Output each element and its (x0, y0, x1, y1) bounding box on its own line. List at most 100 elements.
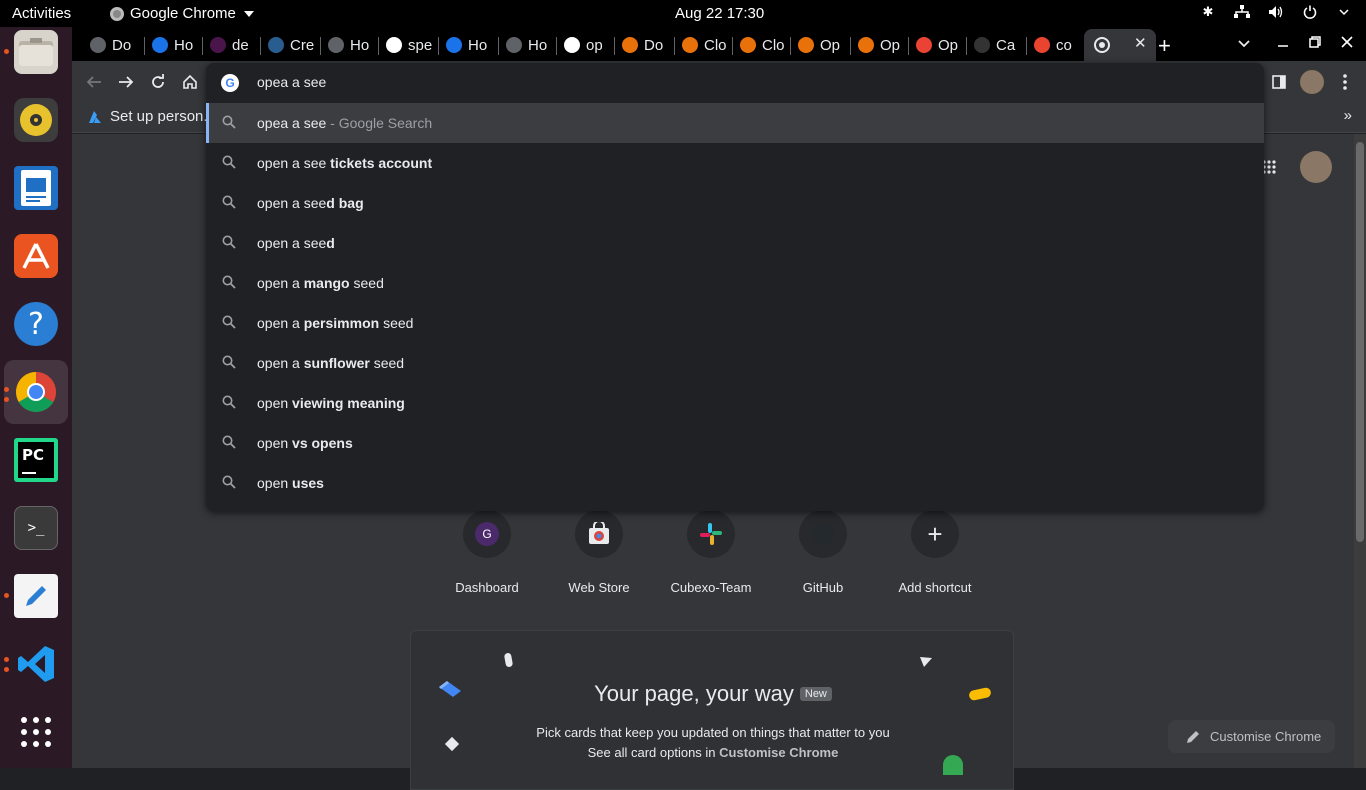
browser-tab[interactable]: Ca (968, 31, 1022, 59)
running-indicator (4, 49, 9, 54)
chrome-app-icon[interactable] (14, 370, 58, 414)
customise-chrome-link[interactable]: Customise Chrome (719, 745, 838, 760)
forward-button[interactable] (115, 71, 137, 93)
tab-title: Op (938, 36, 959, 54)
pycharm-icon[interactable]: PC (14, 438, 58, 482)
browser-tab[interactable]: Ho (440, 31, 494, 59)
show-apps-icon[interactable] (14, 710, 58, 754)
chrome-menu-icon[interactable] (1334, 71, 1356, 93)
browser-tab[interactable]: Do (84, 31, 138, 59)
browser-tab[interactable]: Op (792, 31, 846, 59)
suggestion-item[interactable]: opea a see - Google Search (206, 103, 1264, 143)
vscode-icon[interactable] (14, 642, 58, 686)
browser-tab[interactable]: de (204, 31, 258, 59)
suggestion-typed: open a (257, 355, 304, 371)
shortcut-tile[interactable]: GitHub (767, 510, 879, 595)
rhythmbox-icon[interactable] (14, 98, 58, 142)
text-editor-icon[interactable] (14, 574, 58, 618)
browser-tab[interactable]: Op (852, 31, 906, 59)
suggestion-item[interactable]: open a see tickets account (206, 143, 1264, 183)
ask-icon (1034, 37, 1050, 53)
suggestion-text: open a mango seed (257, 275, 384, 291)
browser-tab[interactable]: Do (616, 31, 670, 59)
google-icon (386, 37, 402, 53)
browser-tab[interactable]: Op (910, 31, 964, 59)
suggestion-item[interactable]: open uses (206, 463, 1264, 503)
browser-tab[interactable]: Cre (262, 31, 316, 59)
suggestion-completion: uses (292, 475, 324, 491)
address-bar[interactable]: G opea a see (206, 63, 1264, 103)
files-app-icon[interactable] (14, 30, 58, 74)
tab-active[interactable]: ✕ (1084, 29, 1156, 61)
browser-tab[interactable]: co (1028, 31, 1082, 59)
card-description-prefix: See all card options in (587, 745, 720, 760)
close-window-button[interactable] (1341, 35, 1353, 51)
tab-separator (732, 37, 733, 55)
suggestion-item[interactable]: open viewing meaning (206, 383, 1264, 423)
suggestion-item[interactable]: open a mango seed (206, 263, 1264, 303)
suggestion-text: open a seed bag (257, 195, 364, 211)
power-icon[interactable] (1302, 4, 1318, 20)
shortcut-tile[interactable]: Cubexo-Team (655, 510, 767, 595)
help-icon[interactable]: ? (14, 302, 58, 346)
suggestion-typed: open a see (257, 195, 327, 211)
system-tray[interactable]: ✱ (1200, 4, 1352, 20)
tab-search-button[interactable] (1238, 35, 1250, 53)
app-menu[interactable]: Google Chrome (110, 5, 254, 22)
restore-button[interactable] (1309, 35, 1321, 51)
tab-title: de (232, 36, 249, 54)
profile-avatar[interactable] (1300, 70, 1324, 94)
suggestion-item[interactable]: open vs opens (206, 423, 1264, 463)
browser-tab[interactable]: Ho (500, 31, 554, 59)
apps-grid-icon[interactable] (1262, 160, 1276, 179)
new-tab-button[interactable]: + (1158, 33, 1171, 59)
tds-icon (268, 37, 284, 53)
shortcut-tile[interactable]: + Add shortcut (879, 510, 991, 595)
shortcut-tile[interactable]: Web Store (543, 510, 655, 595)
volume-icon[interactable] (1268, 4, 1284, 20)
ubuntu-software-icon[interactable] (14, 234, 58, 278)
suggestion-completion: persimmon (303, 315, 380, 331)
headset-icon (446, 37, 462, 53)
browser-tab[interactable]: Ho (322, 31, 376, 59)
slack-tray-icon[interactable]: ✱ (1200, 4, 1216, 20)
bookmarks-overflow-icon[interactable]: » (1344, 107, 1352, 124)
back-button[interactable] (83, 71, 105, 93)
libreoffice-impress-icon[interactable] (14, 166, 58, 210)
browser-tab[interactable]: op (558, 31, 612, 59)
close-tab-icon[interactable]: ✕ (1134, 34, 1147, 52)
reload-button[interactable] (147, 71, 169, 93)
network-icon[interactable] (1234, 4, 1250, 20)
tab-title: op (586, 36, 603, 54)
suggestion-text: open a sunflower seed (257, 355, 404, 371)
page-scrollbar[interactable] (1354, 134, 1366, 768)
clock[interactable]: Aug 22 17:30 (675, 5, 764, 22)
suggestion-text: opea a see - Google Search (257, 115, 432, 131)
search-icon (222, 155, 238, 171)
scrollbar-thumb[interactable] (1356, 142, 1364, 542)
minimize-button[interactable] (1277, 35, 1289, 51)
side-panel-icon[interactable] (1268, 71, 1290, 93)
browser-tab[interactable]: spe (380, 31, 434, 59)
bookmark-setup-personal[interactable]: Set up person... (88, 108, 216, 125)
activities-button[interactable]: Activities (12, 5, 71, 22)
home-button[interactable] (179, 71, 201, 93)
search-icon (222, 355, 238, 371)
suggestion-item[interactable]: open a persimmon seed (206, 303, 1264, 343)
customise-chrome-button[interactable]: Customise Chrome (1168, 720, 1335, 753)
shortcut-tile[interactable]: G Dashboard (431, 510, 543, 595)
browser-tab[interactable]: Ho (146, 31, 200, 59)
tab-separator (438, 37, 439, 55)
search-icon (222, 195, 238, 211)
browser-tab[interactable]: Clo (734, 31, 788, 59)
suggestion-completion: vs opens (292, 435, 353, 451)
suggestion-suffix: - Google Search (326, 115, 433, 131)
chevron-down-icon[interactable] (1336, 4, 1352, 20)
suggestion-item[interactable]: open a sunflower seed (206, 343, 1264, 383)
suggestion-item[interactable]: open a seed (206, 223, 1264, 263)
browser-tab[interactable]: Clo (676, 31, 730, 59)
ntp-profile-avatar[interactable] (1300, 151, 1332, 183)
suggestion-item[interactable]: open a seed bag (206, 183, 1264, 223)
terminal-icon[interactable]: >_ (14, 506, 58, 550)
address-input[interactable]: opea a see (257, 74, 326, 90)
